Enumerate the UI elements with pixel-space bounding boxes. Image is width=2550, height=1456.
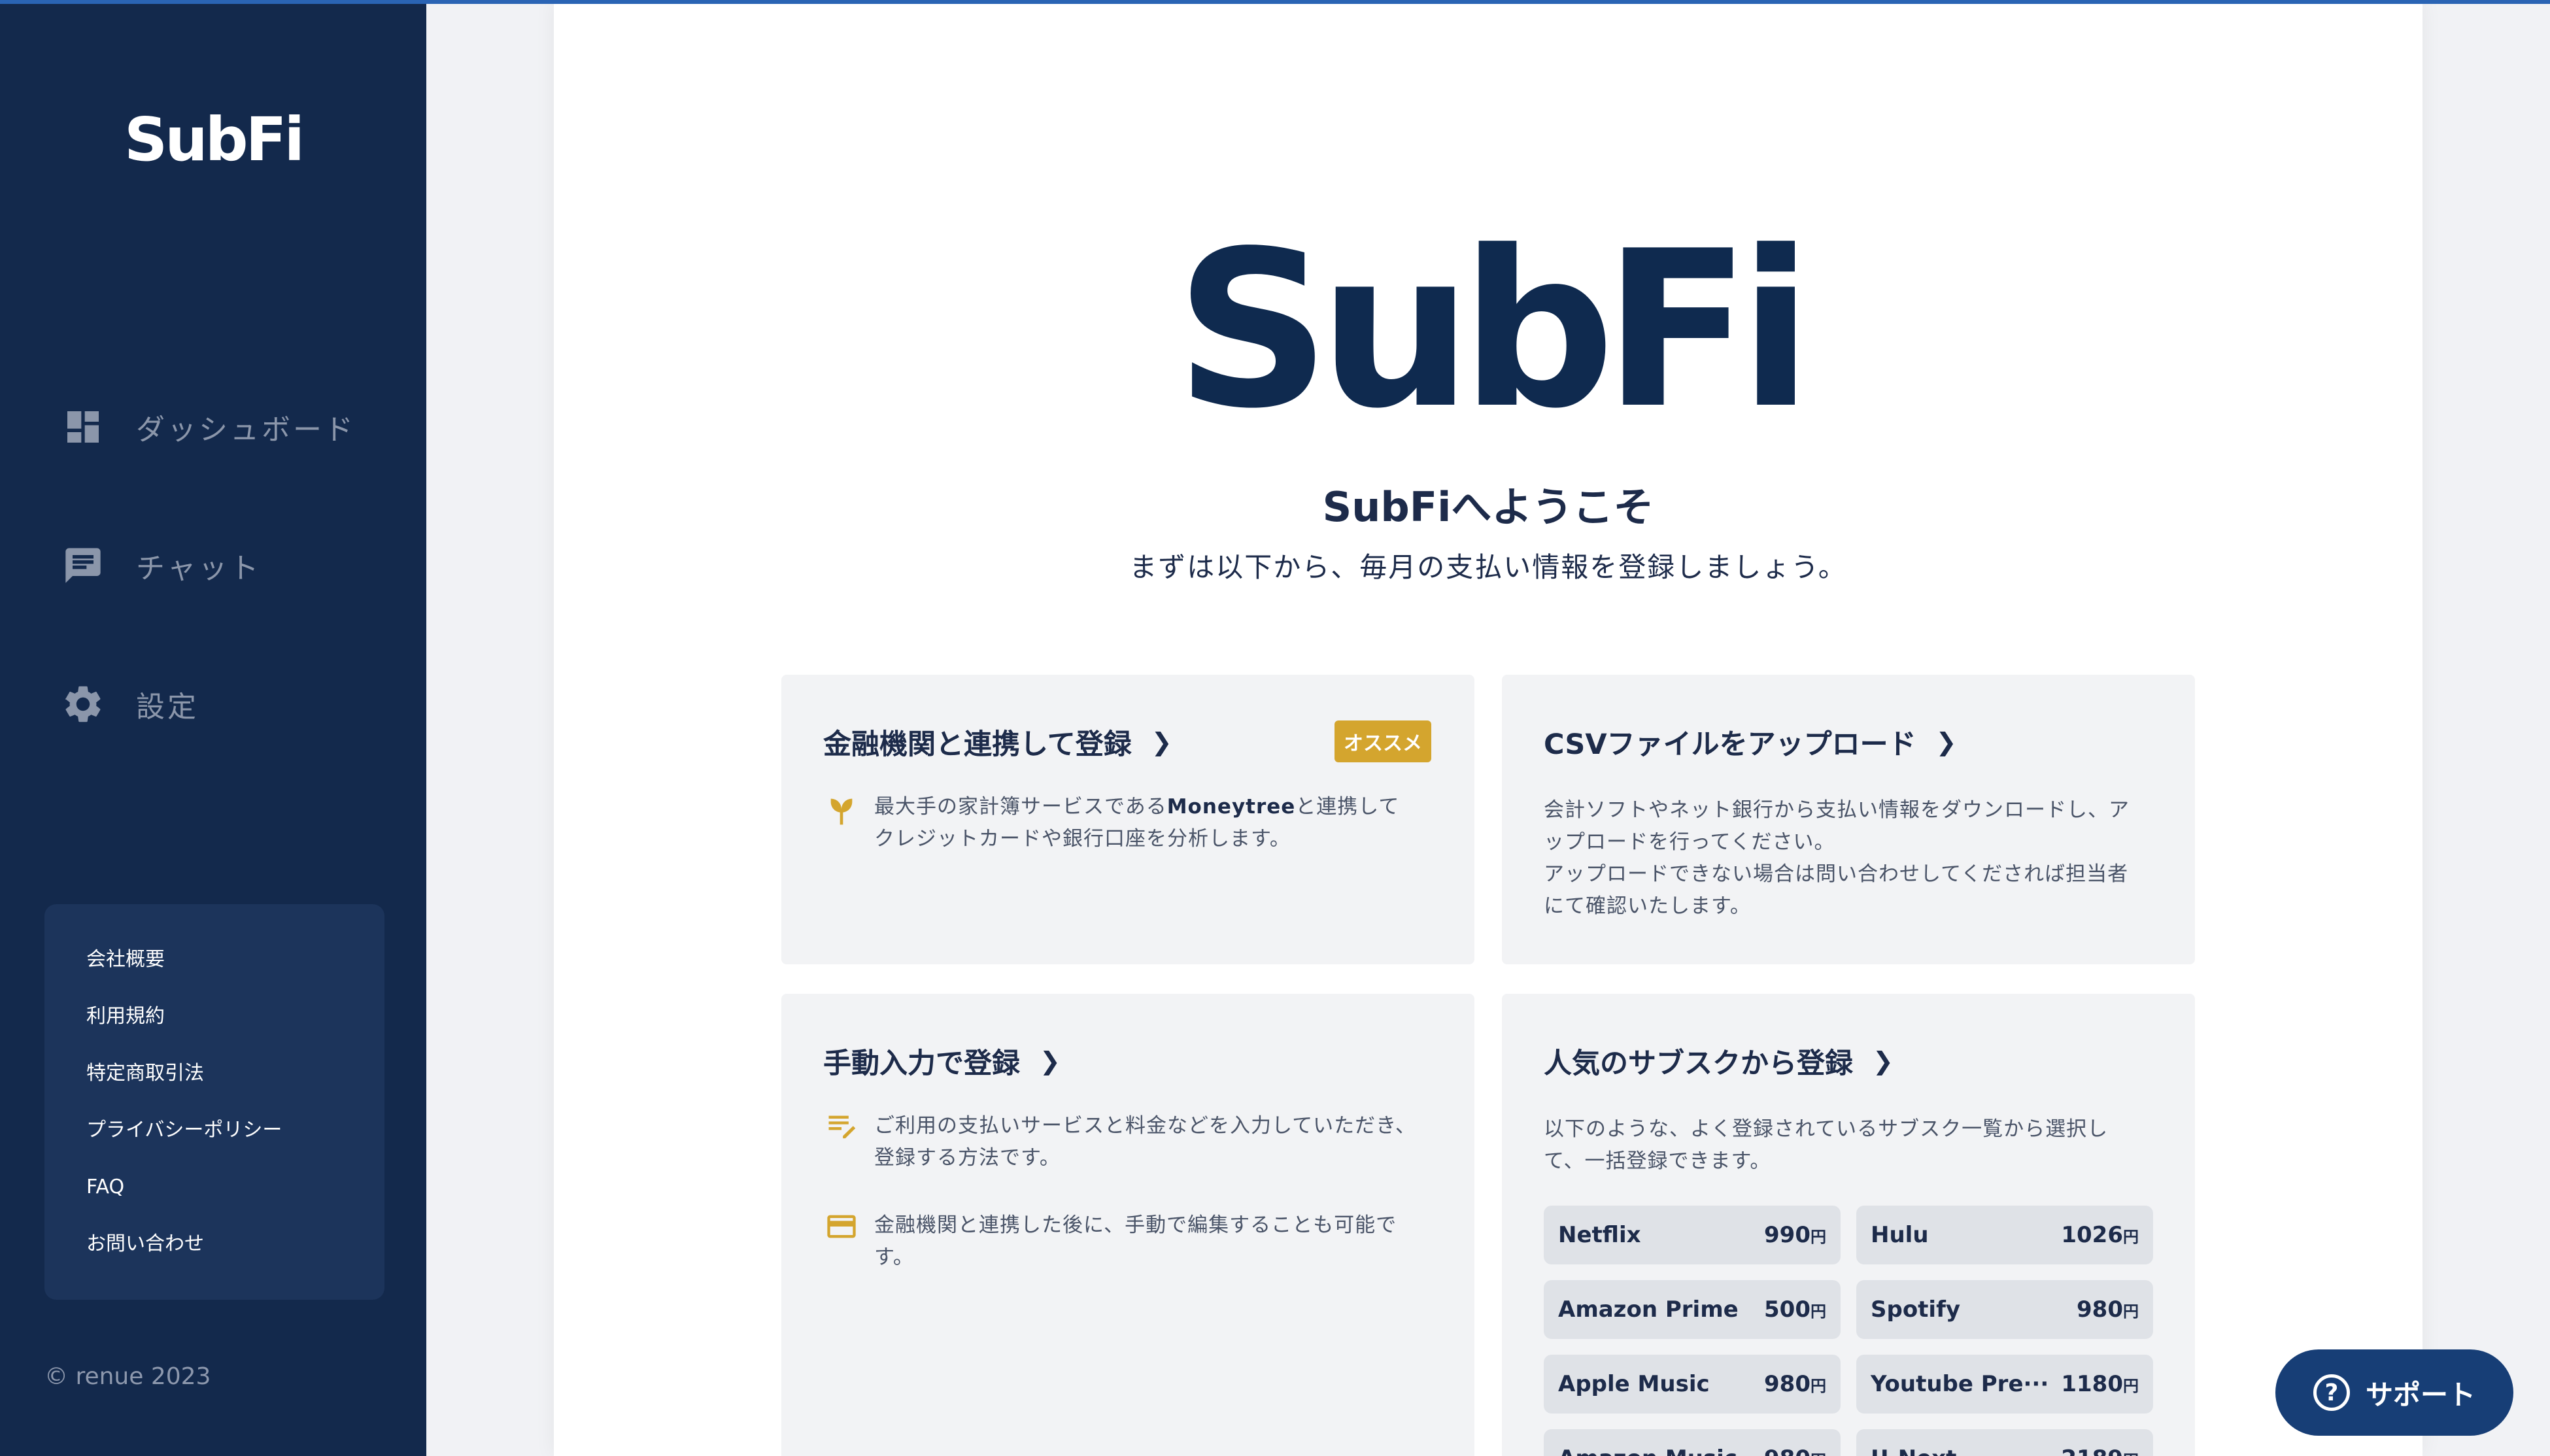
card-popular-title[interactable]: 人気のサブスクから登録 ❯: [1544, 1041, 1894, 1081]
sub-name: U-Next: [1871, 1446, 1956, 1456]
sub-chip-netflix[interactable]: Netflix 990円: [1544, 1206, 1841, 1264]
link-contact[interactable]: お問い合わせ: [86, 1227, 384, 1283]
card-title-text: 手動入力で登録: [823, 1047, 1020, 1080]
desc-line: 金融機関と連携した後に、手動で編集することも可能で: [874, 1213, 1397, 1237]
main-panel: SubFi SubFiへようこそ まずは以下から、毎月の支払い情報を登録しましょ…: [554, 0, 2422, 1456]
chevron-right-icon: ❯: [1873, 1047, 1894, 1075]
desc-line: アップロードできない場合は問い合わせしてくだされば担当者: [1544, 862, 2129, 886]
card-title-text: CSVファイルをアップロード: [1544, 728, 1916, 761]
sidebar-item-label: ダッシュボード: [136, 413, 356, 447]
sub-chip-spotify[interactable]: Spotify 980円: [1856, 1280, 2153, 1339]
card-bank-link[interactable]: 金融機関と連携して登録 ❯ オススメ 最大手の家計簿サービスであるMoneytr…: [781, 675, 1474, 964]
desc-text: 最大手の家計簿サービスである: [874, 795, 1167, 819]
chevron-right-icon: ❯: [1040, 1047, 1061, 1075]
footer-links-box: 会社概要 利用規約 特定商取引法 プライバシーポリシー FAQ お問い合わせ: [44, 904, 384, 1300]
help-icon: ?: [2313, 1374, 2350, 1411]
chevron-right-icon: ❯: [1151, 728, 1172, 756]
link-company[interactable]: 会社概要: [86, 942, 384, 999]
card-popular-desc: 以下のような、よく登録されているサブスク一覧から選択し て、一括登録できます。: [1544, 1113, 2108, 1177]
card-csv-upload[interactable]: CSVファイルをアップロード ❯ 会計ソフトやネット銀行から支払い情報をダウンロ…: [1502, 675, 2195, 964]
main-logo: SubFi: [1175, 205, 1812, 456]
link-faq[interactable]: FAQ: [86, 1170, 384, 1227]
card-popular-subs[interactable]: 人気のサブスクから登録 ❯ 以下のような、よく登録されているサブスク一覧から選択…: [1502, 994, 2195, 1456]
sub-chip-youtube-premium[interactable]: Youtube Pre··· 1180円: [1856, 1355, 2153, 1414]
sub-name: Youtube Pre···: [1871, 1371, 2049, 1397]
sub-price: 980: [2077, 1296, 2123, 1323]
page-lead: まずは以下から、毎月の支払い情報を登録しましょう。: [1129, 551, 1847, 583]
card-manual-input[interactable]: 手動入力で登録 ❯ ご利用の支払いサービスと料金などを入力していただき、 登録す…: [781, 994, 1474, 1456]
desc-line: 以下のような、よく登録されているサブスク一覧から選択し: [1544, 1117, 2109, 1141]
currency-label: 円: [1810, 1302, 1826, 1321]
card-title-text: 金融機関と連携して登録: [823, 728, 1132, 761]
sub-name: Hulu: [1871, 1222, 1929, 1248]
support-label: サポート: [2365, 1378, 2475, 1411]
currency-label: 円: [1810, 1451, 1826, 1456]
sprout-icon: [823, 791, 860, 828]
edit-note-icon: [823, 1110, 860, 1147]
currency-label: 円: [1810, 1228, 1826, 1246]
manual-desc-1: ご利用の支払いサービスと料金などを入力していただき、 登録する方法です。: [823, 1110, 1416, 1174]
sub-name: Amazon Music: [1558, 1446, 1737, 1456]
sub-chip-u-next[interactable]: U-Next 2189円: [1856, 1429, 2153, 1456]
recommend-badge: オススメ: [1334, 720, 1431, 762]
sidebar-item-label: チャット: [136, 552, 262, 585]
desc-line: にて確認いたします。: [1544, 894, 1751, 918]
currency-label: 円: [2123, 1302, 2139, 1321]
currency-label: 円: [2123, 1451, 2139, 1456]
card-csv-desc: 会計ソフトやネット銀行から支払い情報をダウンロードし、ア ップロードを行ってくだ…: [1544, 794, 2130, 923]
card-bank-title[interactable]: 金融機関と連携して登録 ❯: [823, 722, 1172, 762]
sub-name: Netflix: [1558, 1222, 1641, 1248]
desc-line: ップロードを行ってください。: [1544, 830, 1835, 854]
sub-chip-amazon-prime[interactable]: Amazon Prime 500円: [1544, 1280, 1841, 1339]
copyright: © renue 2023: [44, 1363, 211, 1390]
sub-price: 1026: [2061, 1222, 2123, 1248]
top-accent-line: [0, 0, 2550, 4]
support-button[interactable]: ? サポート: [2275, 1349, 2513, 1436]
sub-name: Apple Music: [1558, 1371, 1710, 1397]
link-terms[interactable]: 利用規約: [86, 999, 384, 1056]
sidebar-item-settings[interactable]: 設定: [60, 675, 199, 734]
sub-price: 980: [1764, 1446, 1810, 1456]
chat-icon: [60, 543, 106, 588]
card-bank-desc: 最大手の家計簿サービスであるMoneytreeと連携して クレジットカードや銀行…: [823, 791, 1399, 855]
currency-label: 円: [2123, 1377, 2139, 1395]
currency-label: 円: [1810, 1377, 1826, 1395]
sub-chip-amazon-music[interactable]: Amazon Music 980円: [1544, 1429, 1841, 1456]
sub-chip-apple-music[interactable]: Apple Music 980円: [1544, 1355, 1841, 1414]
sub-price: 980: [1764, 1371, 1810, 1397]
sub-name: Spotify: [1871, 1296, 1961, 1323]
sidebar-item-chat[interactable]: チャット: [60, 536, 262, 595]
sidebar-item-dashboard[interactable]: ダッシュボード: [60, 398, 356, 456]
desc-text: クレジットカードや銀行口座を分析します。: [874, 827, 1291, 851]
sub-chip-hulu[interactable]: Hulu 1026円: [1856, 1206, 2153, 1264]
credit-card-icon: [823, 1210, 860, 1246]
page-title: SubFiへようこそ: [1322, 483, 1654, 531]
dashboard-icon: [60, 404, 106, 450]
sidebar-item-label: 設定: [136, 690, 199, 724]
desc-line: ご利用の支払いサービスと料金などを入力していただき、: [874, 1114, 1416, 1138]
sidebar-logo[interactable]: SubFi: [0, 105, 426, 175]
manual-desc-2: 金融機関と連携した後に、手動で編集することも可能で す。: [823, 1210, 1397, 1274]
desc-text: と連携して: [1295, 795, 1400, 819]
currency-label: 円: [2123, 1228, 2139, 1246]
card-csv-title[interactable]: CSVファイルをアップロード ❯: [1544, 722, 1956, 762]
card-manual-title[interactable]: 手動入力で登録 ❯: [823, 1041, 1061, 1081]
desc-line: 会計ソフトやネット銀行から支払い情報をダウンロードし、ア: [1544, 798, 2130, 822]
sidebar: SubFi ダッシュボード チャット 設定 会社概要 利用規約 特定商取引法 プ…: [0, 0, 426, 1456]
desc-line: 登録する方法です。: [874, 1146, 1061, 1170]
desc-line: て、一括登録できます。: [1544, 1149, 1771, 1173]
sub-price: 1180: [2061, 1371, 2123, 1397]
sub-price: 500: [1764, 1296, 1810, 1323]
link-commerce-law[interactable]: 特定商取引法: [86, 1056, 384, 1113]
moneytree-name: Moneytree: [1166, 795, 1296, 819]
desc-line: す。: [874, 1245, 914, 1269]
card-title-text: 人気のサブスクから登録: [1544, 1047, 1853, 1080]
sub-price: 990: [1764, 1222, 1810, 1248]
gear-icon: [60, 681, 106, 727]
chevron-right-icon: ❯: [1935, 728, 1957, 756]
sub-price: 2189: [2061, 1446, 2123, 1456]
sub-name: Amazon Prime: [1558, 1296, 1739, 1323]
link-privacy[interactable]: プライバシーポリシー: [86, 1113, 384, 1170]
